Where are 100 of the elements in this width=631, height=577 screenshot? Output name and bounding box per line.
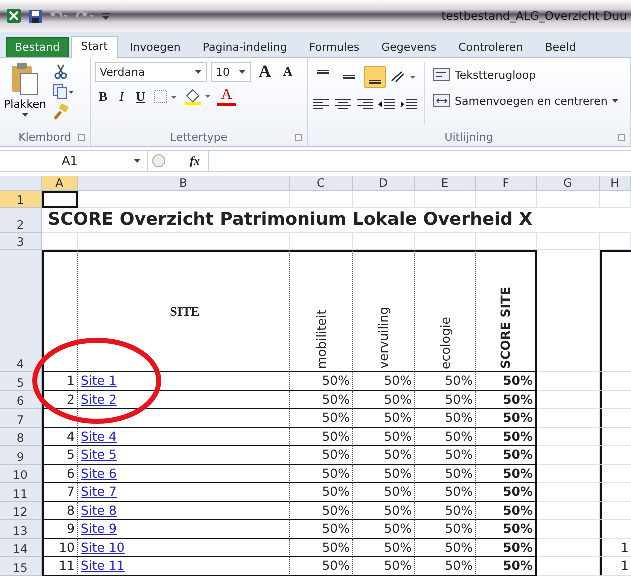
ribbon-tab[interactable]: Invoegen xyxy=(120,37,191,57)
site-link[interactable]: Site 10 xyxy=(81,540,125,555)
expand-handle-icon[interactable] xyxy=(152,154,166,168)
column-header[interactable]: F xyxy=(476,176,537,191)
row-header[interactable]: 8 xyxy=(0,428,42,446)
align-left-icon[interactable] xyxy=(312,98,330,112)
dropdown-caret-icon xyxy=(239,70,246,74)
top-align-icon xyxy=(317,70,329,74)
vertical-align-button[interactable] xyxy=(364,66,386,88)
table-cell: 50% xyxy=(415,446,476,464)
empty-cell xyxy=(537,502,600,520)
copy-icon[interactable] xyxy=(52,84,75,100)
column-header[interactable]: D xyxy=(353,176,415,191)
row-header[interactable]: 9 xyxy=(0,446,42,464)
row-header[interactable]: 10 xyxy=(0,464,42,483)
grow-font-button[interactable]: A xyxy=(255,62,276,82)
site-link[interactable]: Site 4 xyxy=(81,428,117,444)
table-cell: 50% xyxy=(290,409,353,428)
ribbon-tab[interactable]: Formules xyxy=(299,37,370,57)
bottom-align-icon xyxy=(369,80,381,84)
dialog-launcher-icon[interactable] xyxy=(295,134,303,142)
score-cell: 50% xyxy=(476,520,537,538)
column-header[interactable]: A xyxy=(42,176,78,191)
scissors-icon[interactable] xyxy=(52,64,69,80)
score-cell: 50% xyxy=(476,409,537,428)
font-size-dropdown[interactable]: 10 xyxy=(211,62,251,82)
site-link[interactable]: Site 8 xyxy=(81,502,117,518)
dropdown-caret-icon xyxy=(612,99,619,103)
row-header[interactable]: 15 xyxy=(0,557,42,576)
column-heading: SITE xyxy=(78,250,290,372)
file-tab[interactable]: Bestand xyxy=(6,37,70,57)
row-header[interactable]: 7 xyxy=(0,409,42,428)
underline-button[interactable]: U xyxy=(132,89,150,105)
empty-cell xyxy=(537,446,600,464)
site-link[interactable]: Site 7 xyxy=(81,484,117,500)
column-header[interactable]: H xyxy=(600,176,631,191)
site-link[interactable]: Site 2 xyxy=(81,392,117,407)
table-cell: 4 xyxy=(42,428,78,446)
bold-button[interactable]: B xyxy=(95,89,112,105)
align-center-icon[interactable] xyxy=(334,98,352,112)
dialog-launcher-icon[interactable] xyxy=(618,134,626,142)
excel-logo-icon xyxy=(6,8,22,24)
table-cell: 9 xyxy=(42,520,78,538)
site-link[interactable]: Site 5 xyxy=(81,447,117,462)
table-cell: 2 xyxy=(42,390,78,409)
paste-button[interactable]: Plakken xyxy=(4,62,47,125)
row-header[interactable]: 1 xyxy=(0,191,42,208)
font-color-button[interactable]: A xyxy=(217,88,236,106)
dialog-launcher-icon[interactable] xyxy=(78,134,86,142)
row-header[interactable]: 2 xyxy=(0,208,42,233)
name-box[interactable]: A1 xyxy=(0,151,148,171)
row-header[interactable]: 12 xyxy=(0,502,42,520)
row-header[interactable]: 11 xyxy=(0,483,42,502)
table-cell xyxy=(600,464,631,483)
table-cell: 50% xyxy=(415,483,476,502)
row-header[interactable]: 13 xyxy=(0,520,42,538)
orientation-icon[interactable] xyxy=(390,69,418,85)
align-right-icon[interactable] xyxy=(356,98,374,112)
table-cell: 50% xyxy=(353,446,415,464)
table-cell: 1 xyxy=(42,372,78,390)
save-icon[interactable] xyxy=(28,8,43,24)
row-header[interactable]: 3 xyxy=(0,233,42,250)
wrap-text-button[interactable]: Tekstterugloop xyxy=(433,68,619,82)
decrease-indent-icon[interactable] xyxy=(378,98,396,112)
site-link[interactable]: Site 6 xyxy=(81,466,117,481)
border-icon[interactable] xyxy=(153,89,180,105)
empty-cell xyxy=(476,233,537,250)
ribbon-tab[interactable]: Controleren xyxy=(448,37,534,57)
table-cell: 50% xyxy=(415,372,476,390)
ribbon-tab[interactable]: Gegevens xyxy=(372,37,447,57)
active-cell[interactable] xyxy=(42,191,78,208)
customize-toolbar-icon[interactable] xyxy=(101,10,111,22)
table-cell xyxy=(600,372,631,390)
ribbon-tab[interactable]: Start xyxy=(71,36,118,58)
shrink-font-button[interactable]: A xyxy=(279,64,297,80)
table-cell: 50% xyxy=(353,502,415,520)
column-header[interactable]: G xyxy=(537,176,600,191)
column-header[interactable]: E xyxy=(415,176,476,191)
score-cell: 50% xyxy=(476,483,537,502)
increase-indent-icon[interactable] xyxy=(400,98,418,112)
insert-function-button[interactable]: fx xyxy=(190,154,200,168)
font-family-dropdown[interactable]: Verdana xyxy=(95,62,207,82)
column-heading: ecologie xyxy=(415,250,476,372)
column-header[interactable]: B xyxy=(78,176,290,191)
ribbon-tab[interactable]: Beeld xyxy=(535,37,586,57)
ribbon-tab[interactable]: Pagina-indeling xyxy=(192,37,298,57)
fill-color-icon[interactable] xyxy=(183,88,214,106)
column-heading: SCORE SITE xyxy=(476,250,537,372)
empty-cell xyxy=(476,191,537,208)
italic-button[interactable]: I xyxy=(116,89,128,105)
site-link[interactable]: Site 1 xyxy=(81,373,117,388)
site-link[interactable]: Site 9 xyxy=(81,521,117,536)
row-header[interactable]: 4 xyxy=(0,250,42,372)
column-header[interactable]: C xyxy=(290,176,353,191)
row-header[interactable]: 14 xyxy=(0,538,42,557)
merge-center-button[interactable]: Samenvoegen en centreren xyxy=(433,94,619,108)
format-painter-icon[interactable] xyxy=(52,104,69,120)
table-cell xyxy=(600,483,631,502)
group-label: Uitlijning xyxy=(444,131,494,144)
site-link[interactable]: Site 11 xyxy=(81,558,125,574)
